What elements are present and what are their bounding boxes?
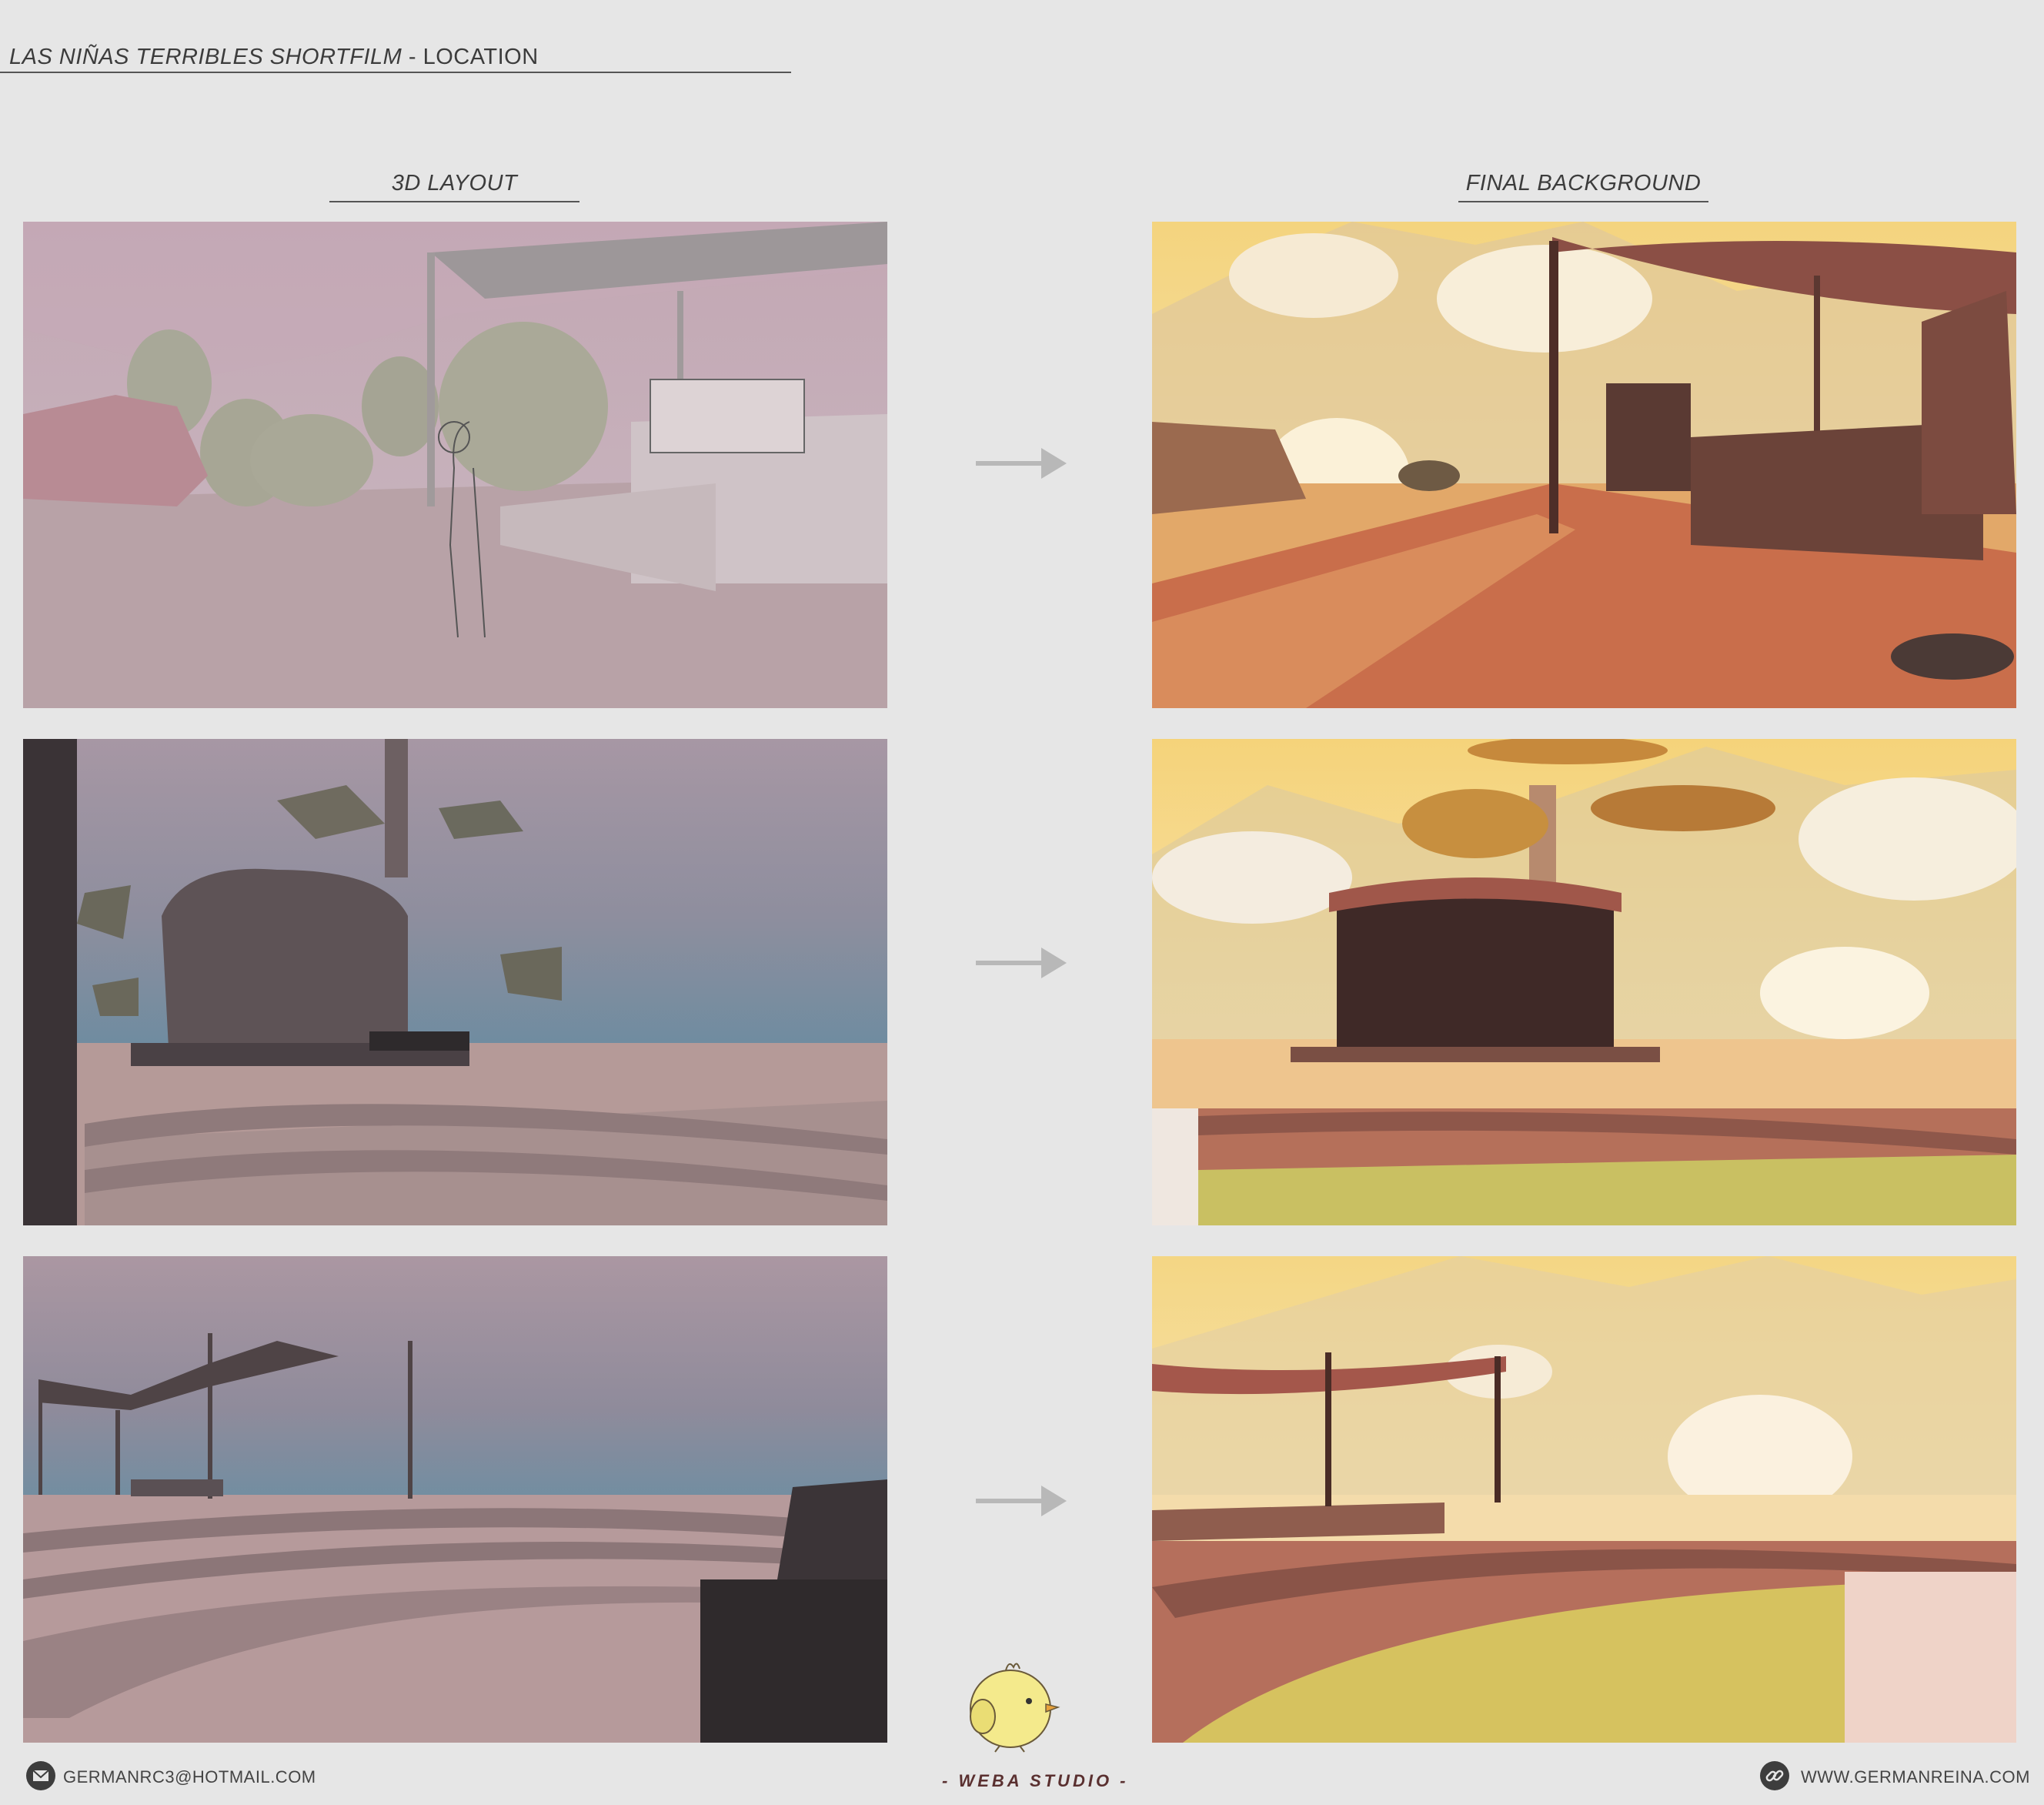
- column-heading-final-background-label: FINAL BACKGROUND: [1465, 171, 1702, 196]
- title-underline: [0, 72, 791, 73]
- column-heading-underline: [1458, 201, 1708, 202]
- column-heading-final-background: FINAL BACKGROUND: [1458, 171, 1708, 202]
- studio-signature: - WEBA STUDIO -: [942, 1771, 1129, 1790]
- page-title-main: LAS NIÑAS TERRIBLES SHORTFILM: [9, 45, 402, 69]
- column-heading-3d-layout-label: 3D LAYOUT: [391, 171, 518, 196]
- column-heading-underline: [329, 201, 579, 202]
- column-heading-3d-layout: 3D LAYOUT: [329, 171, 579, 202]
- page-title: LAS NIÑAS TERRIBLES SHORTFILM - LOCATION: [9, 45, 539, 70]
- website-link[interactable]: WWW.GERMANREINA.COM: [1801, 1767, 2030, 1787]
- chick-mascot-logo: [970, 1663, 1060, 1753]
- contact-email[interactable]: GERMANRC3@HOTMAIL.COM: [63, 1767, 316, 1787]
- arrow-right-icon: [976, 948, 1067, 978]
- final-image-2: [1152, 739, 2016, 1225]
- page-title-suffix: - LOCATION: [402, 45, 539, 69]
- link-icon: [1760, 1761, 1789, 1790]
- layout-image-1: [23, 222, 887, 708]
- arrow-right-icon: [976, 448, 1067, 479]
- envelope-icon: [26, 1761, 55, 1790]
- layout-image-2: [23, 739, 887, 1225]
- layout-image-3: [23, 1256, 887, 1743]
- final-image-1: [1152, 222, 2016, 708]
- final-image-3: [1152, 1256, 2016, 1743]
- arrow-right-icon: [976, 1486, 1067, 1516]
